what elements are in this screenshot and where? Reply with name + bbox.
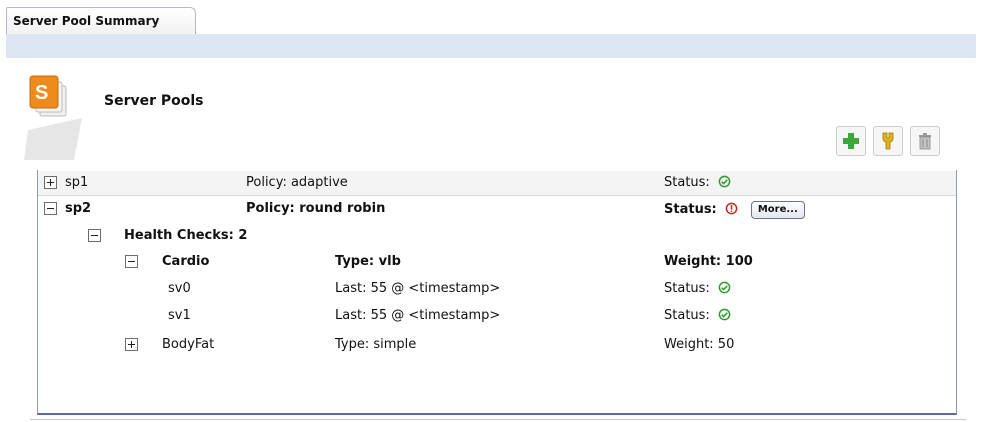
ok-icon	[718, 175, 731, 188]
add-icon	[843, 133, 859, 149]
edit-button[interactable]	[873, 126, 903, 156]
delete-button[interactable]	[910, 126, 940, 156]
tab-server-pool-summary[interactable]: Server Pool Summary	[6, 7, 196, 35]
trash-icon	[919, 133, 931, 150]
server-last: Last: 55 @ <timestamp>	[335, 308, 501, 323]
pool-policy: Policy: adaptive	[246, 175, 348, 190]
check-name: Cardio	[162, 254, 210, 269]
server-status: Status:	[664, 281, 731, 296]
pool-policy: Policy: round robin	[246, 201, 386, 216]
pool-name: sp1	[65, 175, 89, 190]
tab-strip: Server Pool Summary	[0, 0, 982, 60]
health-checks-label: Health Checks: 2	[124, 228, 248, 243]
pool-name: sp2	[65, 201, 92, 216]
collapse-sp2-toggle[interactable]	[44, 202, 57, 215]
server-name: sv1	[168, 308, 191, 323]
pool-status: Status:	[664, 175, 731, 190]
server-name: sv0	[168, 281, 191, 296]
check-type: Type: simple	[335, 337, 417, 352]
collapse-health-checks-toggle[interactable]	[88, 229, 101, 242]
bottom-divider	[30, 419, 966, 420]
server-status-label: Status:	[664, 281, 710, 296]
ok-icon	[718, 281, 731, 294]
check-weight: Weight: 50	[664, 337, 735, 352]
tab-content-band	[6, 34, 976, 58]
pool-row-sp1[interactable]: sp1 Policy: adaptive Status:	[38, 171, 956, 196]
check-type: Type: vlb	[335, 254, 401, 269]
health-checks-row[interactable]: Health Checks: 2	[38, 224, 956, 248]
check-name: BodyFat	[162, 337, 215, 352]
svg-text:S: S	[35, 82, 48, 104]
page-title: Server Pools	[104, 93, 204, 109]
add-button[interactable]	[836, 126, 866, 156]
server-status-label: Status:	[664, 308, 710, 323]
check-row-bodyfat[interactable]: BodyFat Type: simple Weight: 50	[38, 333, 956, 357]
pool-status: Status: More...	[664, 201, 805, 219]
expand-bodyfat-toggle[interactable]	[125, 338, 138, 351]
wrench-icon	[882, 132, 894, 150]
check-row-cardio[interactable]: Cardio Type: vlb Weight: 100	[38, 250, 956, 274]
error-icon	[725, 202, 738, 215]
pool-row-sp2[interactable]: sp2 Policy: round robin Status: More...	[38, 197, 956, 221]
server-pool-logo-icon: S	[24, 75, 82, 160]
more-button[interactable]: More...	[750, 201, 805, 219]
server-last: Last: 55 @ <timestamp>	[335, 281, 501, 296]
server-pool-table: sp1 Policy: adaptive Status: sp2 Policy:…	[37, 170, 957, 415]
ok-icon	[718, 308, 731, 321]
pool-status-label: Status:	[664, 175, 710, 190]
collapse-cardio-toggle[interactable]	[125, 255, 138, 268]
server-status: Status:	[664, 308, 731, 323]
server-row-sv0[interactable]: sv0 Last: 55 @ <timestamp> Status:	[38, 277, 956, 301]
expand-sp1-toggle[interactable]	[44, 176, 57, 189]
pool-status-label: Status:	[664, 202, 717, 217]
check-weight: Weight: 100	[664, 254, 753, 269]
toolbar	[836, 126, 940, 156]
server-row-sv1[interactable]: sv1 Last: 55 @ <timestamp> Status:	[38, 304, 956, 328]
